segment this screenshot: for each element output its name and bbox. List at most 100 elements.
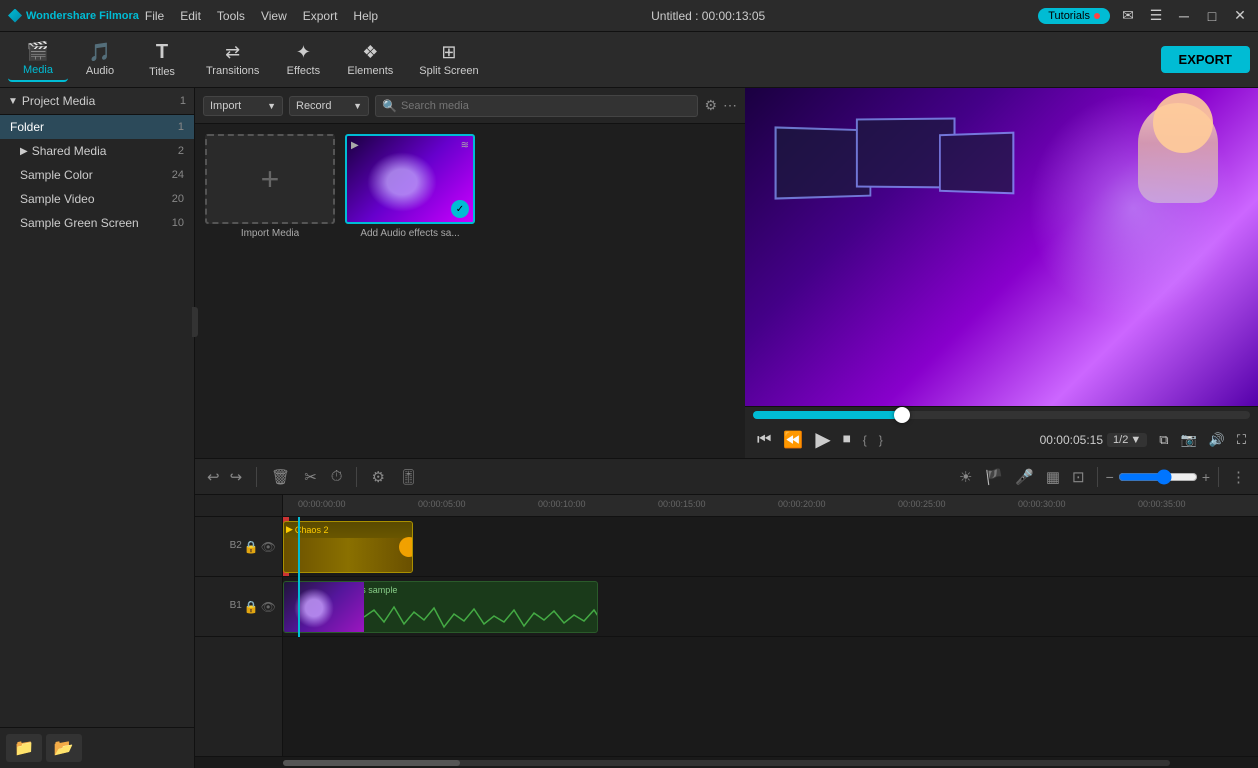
properties-button[interactable]: ⚙ — [367, 466, 388, 488]
preview-panel: ⏮ ⏪ ▶ ⏹ { } 00:00:05:15 1/2 ▼ ⧉ � — [745, 88, 1258, 458]
step-back-button[interactable]: ⏮ — [753, 429, 775, 451]
toolbar-elements[interactable]: ❖ Elements — [335, 38, 405, 81]
frame-back-button[interactable]: ⏪ — [779, 428, 807, 452]
toolbar-titles[interactable]: T Titles — [132, 37, 192, 82]
track1-lock[interactable]: 🔒 — [244, 540, 259, 554]
menu-view[interactable]: View — [261, 9, 287, 23]
undo-button[interactable]: ↩ — [203, 466, 224, 488]
track2-controls: B1 🔒 👁 — [230, 600, 276, 614]
menu-file[interactable]: File — [145, 9, 164, 23]
toolbar-splitscreen[interactable]: ⊞ Split Screen — [407, 38, 490, 81]
media-clip-item[interactable]: ▶ ≋ ✓ Add Audio effects sa... — [345, 134, 475, 239]
timeline-tracks-area: 00:00:00:00 00:00:05:00 00:00:10:00 00:0… — [283, 495, 1258, 756]
tutorials-button[interactable]: Tutorials — [1038, 8, 1110, 24]
volume-button[interactable]: 🔊 — [1205, 430, 1229, 450]
folder-item[interactable]: Folder 1 — [0, 115, 194, 139]
page-indicator[interactable]: 1/2 ▼ — [1107, 433, 1147, 447]
menu-help[interactable]: Help — [353, 9, 378, 23]
import-dropdown[interactable]: Import ▼ — [203, 96, 283, 116]
sun-button[interactable]: ☀ — [955, 466, 976, 488]
new-folder-button[interactable]: 📁 — [6, 734, 42, 762]
toolbar-effects[interactable]: ✦ Effects — [273, 38, 333, 81]
project-media-title: Project Media — [22, 94, 95, 108]
project-media-header: ▼ Project Media 1 — [0, 88, 194, 115]
mosaic-button[interactable]: ▦ — [1042, 466, 1064, 488]
screenshot-button[interactable]: 📷 — [1177, 430, 1201, 450]
panel-collapse-handle[interactable] — [192, 307, 198, 337]
splitscreen-icon: ⊞ — [441, 42, 456, 63]
ruler-mark-4: 00:00:20:00 — [778, 499, 826, 509]
sample-green-item[interactable]: Sample Green Screen 10 — [0, 211, 194, 235]
stop-button[interactable]: ⏹ — [839, 429, 855, 451]
track2-eye[interactable]: 👁 — [261, 600, 276, 614]
flag-button[interactable]: 🏴 — [980, 466, 1007, 488]
zoom-slider[interactable] — [1118, 469, 1198, 485]
ruler-spacer — [195, 495, 282, 517]
play-button[interactable]: ▶ — [811, 425, 834, 454]
sample-color-label: Sample Color — [20, 168, 172, 182]
minimize-button[interactable]: ─ — [1174, 8, 1194, 24]
cut-button[interactable]: ✂ — [300, 466, 321, 488]
menu-export[interactable]: Export — [303, 9, 338, 23]
zoom-out-button[interactable]: − — [1106, 469, 1114, 485]
import-media-item[interactable]: + Import Media — [205, 134, 335, 239]
audio-settings-button[interactable]: 🎚 — [395, 466, 422, 488]
folder-count: 1 — [178, 121, 184, 133]
timeline-scrollbar[interactable] — [283, 760, 1170, 766]
mic-button[interactable]: 🎤 — [1011, 466, 1038, 488]
track2-lock[interactable]: 🔒 — [244, 600, 259, 614]
title-bar-right: Tutorials ✉ ☰ ─ □ ✕ — [1038, 7, 1250, 24]
menu-tools[interactable]: Tools — [217, 9, 245, 23]
email-icon[interactable]: ✉ — [1118, 7, 1138, 24]
media-label: Media — [23, 64, 53, 76]
app-logo-icon — [8, 9, 22, 23]
import-dropdown-arrow: ▼ — [267, 101, 276, 111]
menu-edit[interactable]: Edit — [180, 9, 201, 23]
pip-button[interactable]: ⧉ — [1155, 430, 1172, 450]
clip-play-icon: ▶ — [286, 524, 293, 535]
maximize-button[interactable]: □ — [1202, 8, 1222, 24]
track2-id: B1 — [230, 600, 242, 614]
fullscreen-button[interactable]: ⛶ — [1233, 430, 1250, 450]
toolbar-transitions[interactable]: ⇄ Transitions — [194, 38, 271, 81]
redo-button[interactable]: ↪ — [226, 466, 247, 488]
media-clip-thumb[interactable]: ▶ ≋ ✓ — [345, 134, 475, 224]
pip-tl-button[interactable]: ⊡ — [1068, 466, 1089, 488]
clip-drag-handle[interactable]: ⟺ — [399, 522, 413, 572]
zoom-in-button[interactable]: + — [1202, 469, 1210, 485]
ruler-mark-7: 00:00:35:00 — [1138, 499, 1186, 509]
page-indicator-arrow: ▼ — [1130, 434, 1141, 446]
search-input[interactable] — [401, 100, 691, 112]
import-media-thumb[interactable]: + — [205, 134, 335, 224]
duration-button[interactable]: ⏱ — [327, 466, 347, 487]
grid-view-button[interactable]: ⋯ — [723, 97, 737, 114]
clip-audio[interactable]: ▶ Add Audio Effects sample — [283, 581, 598, 633]
audio-label: Audio — [86, 65, 114, 77]
ctrl-icons-right: ⧉ 📷 🔊 ⛶ — [1155, 430, 1250, 450]
progress-handle[interactable] — [894, 407, 910, 423]
timeline-body: B2 🔒 👁 B1 🔒 👁 — [195, 495, 1258, 756]
clip-chaos2[interactable]: ▶ Chaos 2 ⟺ — [283, 521, 413, 573]
menu-icon[interactable]: ☰ — [1146, 7, 1166, 24]
record-dropdown[interactable]: Record ▼ — [289, 96, 369, 116]
import-media-label: Import Media — [241, 228, 299, 239]
remove-folder-button[interactable]: 📂 — [46, 734, 82, 762]
toolbar-audio[interactable]: 🎵 Audio — [70, 38, 130, 81]
toolbar-media[interactable]: 🎬 Media — [8, 37, 68, 82]
close-button[interactable]: ✕ — [1230, 7, 1250, 24]
delete-button[interactable]: 🗑 — [267, 466, 294, 488]
sample-video-item[interactable]: Sample Video 20 — [0, 187, 194, 211]
sample-color-item[interactable]: Sample Color 24 — [0, 163, 194, 187]
track1-eye[interactable]: 👁 — [261, 540, 276, 554]
shared-media-item[interactable]: ▶ Shared Media 2 — [0, 139, 194, 163]
playback-controls: ⏮ ⏪ ▶ ⏹ { } 00:00:05:15 1/2 ▼ ⧉ � — [745, 406, 1258, 458]
folder-label: Folder — [10, 120, 178, 134]
search-icon: 🔍 — [382, 99, 397, 113]
collapse-arrow[interactable]: ▼ — [8, 96, 18, 107]
filter-button[interactable]: ⚙ — [704, 97, 717, 114]
progress-bar[interactable] — [753, 411, 1250, 419]
export-button[interactable]: EXPORT — [1161, 46, 1250, 73]
sample-video-label: Sample Video — [20, 192, 172, 206]
timeline-scroll-thumb[interactable] — [283, 760, 460, 766]
more-button[interactable]: ⋮ — [1227, 466, 1250, 488]
